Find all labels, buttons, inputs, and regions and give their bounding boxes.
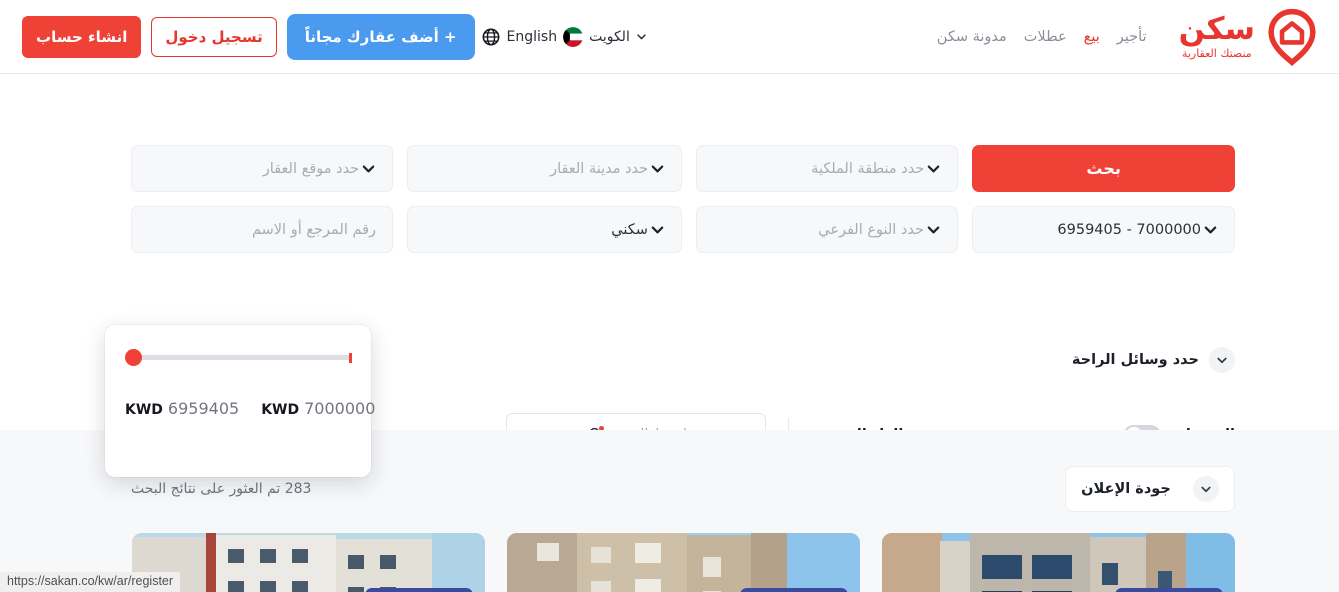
price-min-currency: KWD — [261, 402, 300, 418]
slider-thumb-min[interactable] — [125, 349, 142, 366]
price-range-value: 7000000 - 6959405 — [1057, 221, 1201, 238]
location-placeholder: حدد موقع العقار — [262, 160, 360, 177]
price-min-amount: 7000000 — [304, 399, 376, 418]
main-nav: تأجير بيع عطلات مدونة سكن — [937, 29, 1147, 45]
amenities-label: حدد وسائل الراحة — [1071, 352, 1199, 368]
ownership-area-placeholder: حدد منطقة الملكية — [811, 160, 925, 177]
logo-wordmark: سكن — [1178, 11, 1255, 47]
logo-text: سكن منصتك العقارية — [1178, 11, 1255, 60]
search-row-2: 7000000 - 6959405 حدد النوع الفرعي سكني … — [131, 206, 1235, 253]
search-submit-button[interactable]: بحث — [972, 145, 1235, 192]
card-sale-badge: بيع — [740, 588, 848, 592]
chevron-down-icon — [651, 165, 664, 173]
app-root: سكن منصتك العقارية تأجير بيع عطلات مدونة… — [0, 0, 1339, 592]
price-max-currency: KWD — [125, 402, 163, 418]
slider-end-marker — [349, 352, 352, 363]
property-photo — [132, 533, 485, 592]
globe-icon — [482, 28, 499, 45]
browser-status-url: https://sakan.co/kw/ar/register — [0, 572, 181, 592]
price-range-dropdown[interactable]: KWD 7000000 KWD 6959405 — [105, 325, 375, 477]
sort-select[interactable]: جودة الإعلان — [1065, 466, 1235, 512]
nav-item-rent[interactable]: تأجير — [1117, 29, 1147, 45]
price-range-slider[interactable] — [125, 349, 352, 366]
site-header: سكن منصتك العقارية تأجير بيع عطلات مدونة… — [0, 0, 1339, 74]
price-max-amount: 6959405 — [167, 399, 240, 418]
price-max-value: KWD 6959405 — [125, 399, 239, 418]
property-card[interactable]: بيع — [132, 533, 485, 592]
property-type-value: سكني — [611, 221, 648, 238]
property-type-select[interactable]: سكني — [407, 206, 682, 253]
login-button[interactable]: تسجيل دخول — [151, 16, 277, 57]
price-min-value: KWD 7000000 — [261, 399, 375, 418]
search-fields-grid: بحث حدد منطقة الملكية حدد مدينة العقار ح… — [131, 145, 1235, 253]
country-selector[interactable]: الكويت — [563, 26, 647, 47]
city-select[interactable]: حدد مدينة العقار — [407, 145, 683, 192]
language-label: English — [506, 28, 558, 45]
sort-label: جودة الإعلان — [1081, 481, 1171, 497]
property-photo — [507, 533, 860, 592]
property-card[interactable]: بيع — [507, 533, 860, 592]
chevron-down-icon — [1217, 357, 1227, 364]
logo-tagline: منصتك العقارية — [1181, 47, 1252, 60]
kuwait-flag-icon — [563, 26, 584, 47]
chevron-down-icon — [637, 34, 646, 40]
chevron-down-icon — [927, 165, 940, 173]
location-select[interactable]: حدد موقع العقار — [131, 145, 394, 192]
chevron-down-icon — [927, 226, 940, 234]
property-card[interactable]: بيع — [882, 533, 1235, 592]
locale-switcher: الكويت English — [481, 26, 647, 47]
amenities-toggle-button[interactable] — [1209, 347, 1235, 373]
chevron-down-icon — [651, 226, 664, 234]
amenities-select[interactable]: حدد وسائل الراحة — [1072, 347, 1235, 373]
slider-track — [125, 355, 351, 360]
nav-item-holidays[interactable]: عطلات — [1024, 29, 1067, 45]
sort-toggle-button[interactable] — [1192, 476, 1219, 502]
price-values: KWD 7000000 KWD 6959405 — [125, 399, 375, 418]
card-sale-badge: بيع — [365, 588, 473, 592]
price-range-select[interactable]: 7000000 - 6959405 — [971, 206, 1235, 253]
location-pin-house-icon — [1268, 8, 1316, 66]
property-photo — [882, 533, 1235, 592]
site-logo[interactable]: سكن منصتك العقارية — [1179, 7, 1321, 67]
property-cards-list: بيع بيع — [131, 533, 1235, 592]
subtype-select[interactable]: حدد النوع الفرعي — [695, 206, 958, 253]
chevron-down-icon — [1204, 226, 1217, 234]
add-property-button[interactable]: + أضف عقارك مجاناً — [286, 13, 475, 60]
language-selector[interactable]: English — [481, 27, 558, 47]
nav-item-sale[interactable]: بيع — [1084, 29, 1100, 45]
search-panel: بحث حدد منطقة الملكية حدد مدينة العقار ح… — [0, 75, 1339, 477]
subtype-placeholder: حدد النوع الفرعي — [818, 221, 924, 238]
reference-placeholder: رقم المرجع أو الاسم — [251, 221, 377, 238]
nav-item-blog[interactable]: مدونة سكن — [937, 29, 1007, 45]
country-label: الكويت — [589, 28, 630, 45]
reference-input[interactable]: رقم المرجع أو الاسم — [131, 206, 394, 253]
city-placeholder: حدد مدينة العقار — [550, 160, 649, 177]
search-row-1: بحث حدد منطقة الملكية حدد مدينة العقار ح… — [131, 145, 1235, 192]
chevron-down-icon — [1201, 486, 1211, 493]
ownership-area-select[interactable]: حدد منطقة الملكية — [696, 145, 959, 192]
chevron-down-icon — [362, 165, 375, 173]
card-sale-badge: بيع — [1115, 588, 1223, 592]
results-count: 283 تم العثور على نتائج البحث — [131, 481, 312, 497]
register-button[interactable]: انشاء حساب — [22, 15, 142, 58]
